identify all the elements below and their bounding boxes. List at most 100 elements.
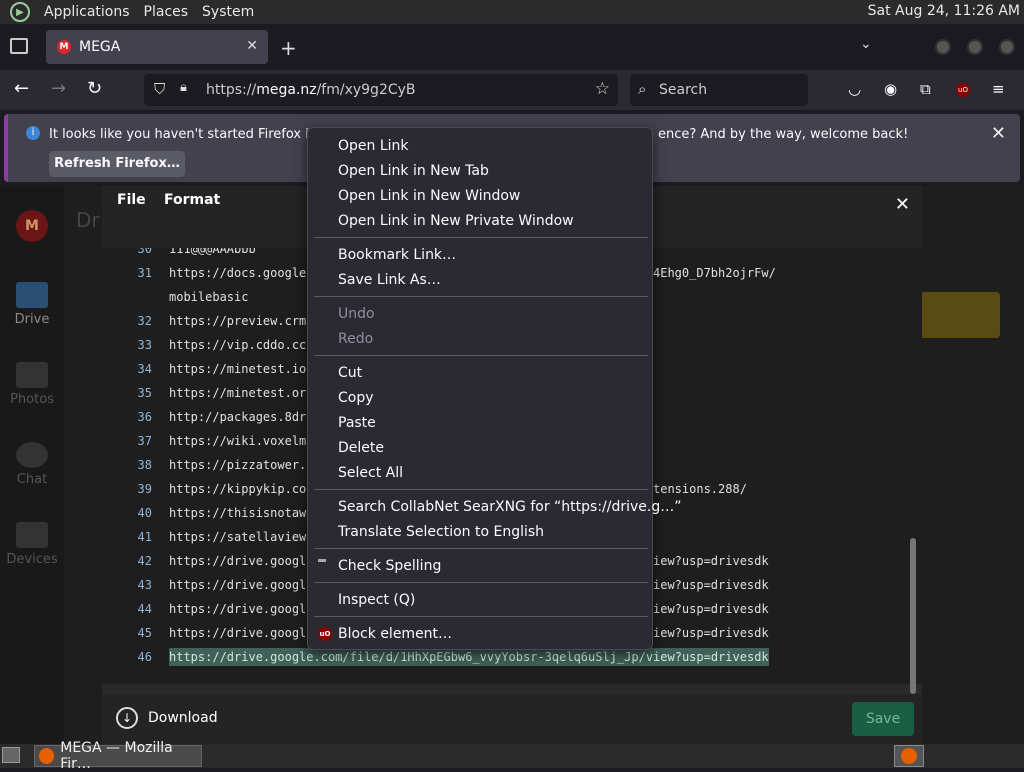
chat-icon bbox=[16, 442, 48, 468]
menu-separator bbox=[314, 355, 648, 356]
line-text-tail: tensions.288/ bbox=[653, 482, 747, 496]
info-icon: i bbox=[26, 126, 40, 140]
line-number: 39 bbox=[137, 482, 152, 496]
sidebar-item-label: Chat bbox=[16, 472, 48, 487]
hamburger-menu-icon[interactable]: ≡ bbox=[992, 80, 1005, 98]
menu-item-undo: Undo bbox=[338, 306, 375, 322]
menu-item-search-searxng[interactable]: Search CollabNet SearXNG for “https://dr… bbox=[338, 499, 682, 515]
search-input[interactable]: ⌕ Search bbox=[630, 74, 808, 106]
file-menu[interactable]: File bbox=[117, 192, 146, 208]
checkbox-icon bbox=[318, 559, 326, 562]
shield-icon[interactable]: ⛉ bbox=[154, 80, 165, 98]
line-text: https://satellaview bbox=[169, 530, 307, 544]
line-text: https://minetest.or bbox=[169, 386, 307, 400]
search-placeholder: Search bbox=[659, 82, 708, 98]
menu-item-copy[interactable]: Copy bbox=[338, 390, 374, 406]
save-button[interactable]: Save bbox=[852, 702, 914, 736]
editor-scrollbar[interactable] bbox=[910, 538, 916, 694]
line-text: https://drive.googl bbox=[169, 602, 307, 616]
places-menu[interactable]: Places bbox=[144, 4, 189, 20]
tab-list-icon[interactable] bbox=[10, 38, 28, 54]
sidebar-item-label: Devices bbox=[6, 552, 58, 567]
tray-firefox-button[interactable] bbox=[894, 745, 924, 767]
close-window-button[interactable] bbox=[999, 39, 1015, 55]
taskbar-window-firefox[interactable]: MEGA — Mozilla Fir… bbox=[34, 740, 202, 772]
menu-item-block-element[interactable]: Block element… bbox=[338, 626, 452, 642]
extensions-icon[interactable]: ⧉ bbox=[920, 80, 931, 98]
notification-message-start: It looks like you haven't started Firefo… bbox=[49, 127, 344, 142]
menu-item-paste[interactable]: Paste bbox=[338, 415, 376, 431]
forward-icon[interactable]: → bbox=[51, 78, 66, 99]
menu-item-open-link-new-tab[interactable]: Open Link in New Tab bbox=[338, 163, 489, 179]
menu-item-save-link-as[interactable]: Save Link As… bbox=[338, 272, 441, 288]
nav-toolbar: ← → ↻ ⛉ 🔒︎ https://mega.nz/fm/xy9g2CyB ☆… bbox=[0, 70, 1024, 110]
clock[interactable]: Sat Aug 24, 11:26 AM bbox=[868, 3, 1020, 19]
search-icon: ⌕ bbox=[638, 80, 647, 98]
menu-item-bookmark-link[interactable]: Bookmark Link… bbox=[338, 247, 456, 263]
line-text: https://pizzatower. bbox=[169, 458, 307, 472]
url-text[interactable]: https://mega.nz/fm/xy9g2CyB bbox=[206, 82, 416, 98]
menu-item-select-all[interactable]: Select All bbox=[338, 465, 403, 481]
url-bar[interactable]: ⛉ 🔒︎ https://mega.nz/fm/xy9g2CyB ☆ bbox=[144, 74, 618, 106]
menu-item-delete[interactable]: Delete bbox=[338, 440, 384, 456]
download-button[interactable]: ↓ Download bbox=[116, 707, 218, 729]
account-icon[interactable]: ◉ bbox=[884, 80, 897, 98]
line-number: 33 bbox=[137, 338, 152, 352]
pocket-icon[interactable]: ◡ bbox=[848, 80, 861, 98]
back-icon[interactable]: ← bbox=[14, 78, 29, 99]
menu-item-open-link-new-window[interactable]: Open Link in New Window bbox=[338, 188, 520, 204]
minimize-window-button[interactable] bbox=[935, 39, 951, 55]
close-tab-icon[interactable]: ✕ bbox=[246, 38, 258, 54]
sidebar-item-photos[interactable]: Photos bbox=[0, 362, 64, 407]
page-title: Dr bbox=[76, 208, 100, 232]
distro-logo-icon[interactable]: ▶ bbox=[10, 2, 30, 22]
line-number: 40 bbox=[137, 506, 152, 520]
line-text: https://wiki.voxelm bbox=[169, 434, 307, 448]
line-text: https://drive.googl bbox=[169, 626, 307, 640]
line-number: 36 bbox=[137, 410, 152, 424]
tab-mega[interactable]: M MEGA ✕ bbox=[46, 30, 268, 64]
menu-item-inspect[interactable]: Inspect (Q) bbox=[338, 592, 415, 608]
top-panel: ▶ Applications Places System Sat Aug 24,… bbox=[0, 0, 1024, 24]
menu-item-cut[interactable]: Cut bbox=[338, 365, 362, 381]
line-number: 42 bbox=[137, 554, 152, 568]
new-tab-icon[interactable]: + bbox=[280, 36, 297, 60]
sidebar-item-drive[interactable]: Drive bbox=[0, 282, 64, 327]
line-number: 32 bbox=[137, 314, 152, 328]
line-text-tail: 4Ehg0_D7bh2ojrFw/ bbox=[653, 266, 776, 280]
tab-strip: M MEGA ✕ + ⌄ bbox=[0, 24, 1024, 70]
applications-menu[interactable]: Applications bbox=[44, 4, 130, 20]
photos-icon bbox=[16, 362, 48, 388]
chevron-down-icon[interactable]: ⌄ bbox=[860, 36, 872, 52]
context-menu: Open Link Open Link in New Tab Open Link… bbox=[307, 127, 682, 650]
taskbar: MEGA — Mozilla Fir… bbox=[0, 740, 1024, 772]
mega-sidebar: M Drive Photos Chat Devices bbox=[0, 186, 64, 744]
close-editor-icon[interactable]: ✕ bbox=[895, 194, 910, 215]
upgrade-banner[interactable] bbox=[920, 292, 1000, 338]
line-text-tail: iew?usp=drivesdk bbox=[653, 602, 769, 616]
bookmark-star-icon[interactable]: ☆ bbox=[595, 79, 610, 99]
menu-item-redo: Redo bbox=[338, 331, 374, 347]
close-notification-icon[interactable]: ✕ bbox=[991, 123, 1006, 144]
menu-item-check-spelling[interactable]: Check Spelling bbox=[338, 558, 441, 574]
sidebar-item-label: Drive bbox=[14, 312, 50, 327]
line-text: mobilebasic bbox=[169, 290, 249, 304]
menu-item-open-link[interactable]: Open Link bbox=[338, 138, 409, 154]
menu-item-open-link-private-window[interactable]: Open Link in New Private Window bbox=[338, 213, 574, 229]
line-number: 34 bbox=[137, 362, 152, 376]
maximize-window-button[interactable] bbox=[967, 39, 983, 55]
sidebar-item-chat[interactable]: Chat bbox=[0, 442, 64, 487]
line-text: https://drive.googl bbox=[169, 578, 307, 592]
ublock-icon[interactable]: uO bbox=[956, 83, 970, 97]
menu-separator bbox=[314, 548, 648, 549]
lock-icon[interactable]: 🔒︎ bbox=[180, 80, 187, 95]
url-path: /fm/xy9g2CyB bbox=[316, 82, 416, 98]
sidebar-item-devices[interactable]: Devices bbox=[0, 522, 64, 567]
menu-item-translate-selection[interactable]: Translate Selection to English bbox=[338, 524, 544, 540]
editor-footer: ↓ Download Save bbox=[102, 694, 922, 744]
show-desktop-icon[interactable] bbox=[2, 747, 20, 763]
refresh-firefox-button[interactable]: Refresh Firefox… bbox=[49, 151, 185, 177]
system-menu[interactable]: System bbox=[202, 4, 254, 20]
reload-icon[interactable]: ↻ bbox=[87, 78, 102, 99]
format-menu[interactable]: Format bbox=[164, 192, 220, 208]
